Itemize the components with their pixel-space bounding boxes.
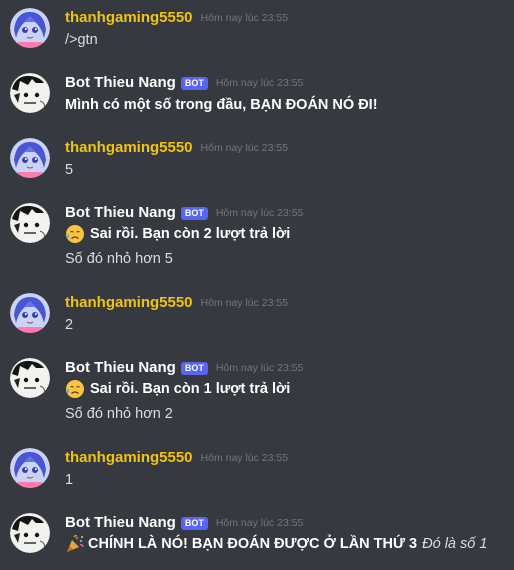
- bot-avatar[interactable]: [10, 73, 50, 113]
- message-header: thanhgaming5550 Hôm nay lúc 23:55: [65, 293, 288, 313]
- message-text-line: CHÍNH LÀ NÓ! BẠN ĐOÁN ĐƯỢC Ở LẦN THỨ 3 Đ…: [65, 534, 487, 554]
- sad-sweat-emoji-icon: [65, 224, 85, 244]
- message-text-line: Sai rồi. Bạn còn 1 lượt trả lời: [65, 379, 290, 399]
- sad-sweat-emoji-icon: [65, 379, 85, 399]
- message-header: Bot Thieu Nang BOT Hôm nay lúc 23:55: [65, 203, 303, 223]
- timestamp: Hôm nay lúc 23:55: [215, 207, 304, 219]
- message-text: Số đó nhỏ hơn 2: [65, 406, 173, 422]
- bot-tag: BOT: [180, 76, 208, 90]
- message-text: />gtn: [65, 32, 98, 48]
- bot-tag: BOT: [180, 516, 208, 530]
- username[interactable]: thanhgaming5550: [65, 138, 193, 158]
- timestamp: Hôm nay lúc 23:55: [215, 77, 304, 89]
- message-text-line: Sai rồi. Bạn còn 2 lượt trả lời: [65, 224, 290, 244]
- message-header: Bot Thieu Nang BOT Hôm nay lúc 23:55: [65, 513, 303, 533]
- message-text: Số đó nhỏ hơn 5: [65, 251, 173, 267]
- message-text: Sai rồi. Bạn còn 1 lượt trả lời: [90, 381, 291, 397]
- message-header: Bot Thieu Nang BOT Hôm nay lúc 23:55: [65, 73, 303, 93]
- message-text: CHÍNH LÀ NÓ! BẠN ĐOÁN ĐƯỢC Ở LẦN THỨ 3: [88, 536, 418, 552]
- user-avatar[interactable]: [10, 448, 50, 488]
- user-avatar[interactable]: [10, 8, 50, 48]
- party-popper-emoji-icon: [65, 534, 85, 554]
- message-group: thanhgaming5550 Hôm nay lúc 23:55 1: [0, 448, 514, 493]
- message-text: 1: [65, 472, 74, 488]
- message-text: 2: [65, 317, 74, 333]
- user-avatar[interactable]: [10, 138, 50, 178]
- timestamp: Hôm nay lúc 23:55: [215, 517, 304, 529]
- message-group: thanhgaming5550 Hôm nay lúc 23:55 />gtn: [0, 8, 514, 53]
- message-text: 5: [65, 162, 74, 178]
- timestamp: Hôm nay lúc 23:55: [200, 142, 289, 154]
- username[interactable]: thanhgaming5550: [65, 448, 193, 468]
- timestamp: Hôm nay lúc 23:55: [200, 297, 289, 309]
- message-group: Bot Thieu Nang BOT Hôm nay lúc 23:55 CHÍ…: [0, 513, 514, 563]
- message-group: thanhgaming5550 Hôm nay lúc 23:55 2: [0, 293, 514, 338]
- message-header: thanhgaming5550 Hôm nay lúc 23:55: [65, 138, 288, 158]
- message-group: Bot Thieu Nang BOT Hôm nay lúc 23:55 Sai…: [0, 358, 514, 423]
- user-avatar[interactable]: [10, 293, 50, 333]
- message-extra-text: Đó là số 1: [422, 536, 488, 552]
- username[interactable]: Bot Thieu Nang: [65, 513, 176, 533]
- bot-avatar[interactable]: [10, 358, 50, 398]
- username[interactable]: thanhgaming5550: [65, 293, 193, 313]
- message-group: Bot Thieu Nang BOT Hôm nay lúc 23:55 Sai…: [0, 203, 514, 268]
- timestamp: Hôm nay lúc 23:55: [200, 12, 289, 24]
- username[interactable]: Bot Thieu Nang: [65, 203, 176, 223]
- message-group: thanhgaming5550 Hôm nay lúc 23:55 5: [0, 138, 514, 183]
- message-group: Bot Thieu Nang BOT Hôm nay lúc 23:55 Mìn…: [0, 73, 514, 118]
- timestamp: Hôm nay lúc 23:55: [200, 452, 289, 464]
- username[interactable]: thanhgaming5550: [65, 8, 193, 28]
- bot-tag: BOT: [180, 206, 208, 220]
- username[interactable]: Bot Thieu Nang: [65, 358, 176, 378]
- message-header: thanhgaming5550 Hôm nay lúc 23:55: [65, 448, 288, 468]
- message-header: thanhgaming5550 Hôm nay lúc 23:55: [65, 8, 288, 28]
- message-text: Sai rồi. Bạn còn 2 lượt trả lời: [90, 226, 291, 242]
- bot-avatar[interactable]: [10, 513, 50, 553]
- timestamp: Hôm nay lúc 23:55: [215, 362, 304, 374]
- message-text: Mình có một số trong đầu, BẠN ĐOÁN NÓ ĐI…: [65, 97, 378, 113]
- bot-tag: BOT: [180, 361, 208, 375]
- message-header: Bot Thieu Nang BOT Hôm nay lúc 23:55: [65, 358, 303, 378]
- username[interactable]: Bot Thieu Nang: [65, 73, 176, 93]
- bot-avatar[interactable]: [10, 203, 50, 243]
